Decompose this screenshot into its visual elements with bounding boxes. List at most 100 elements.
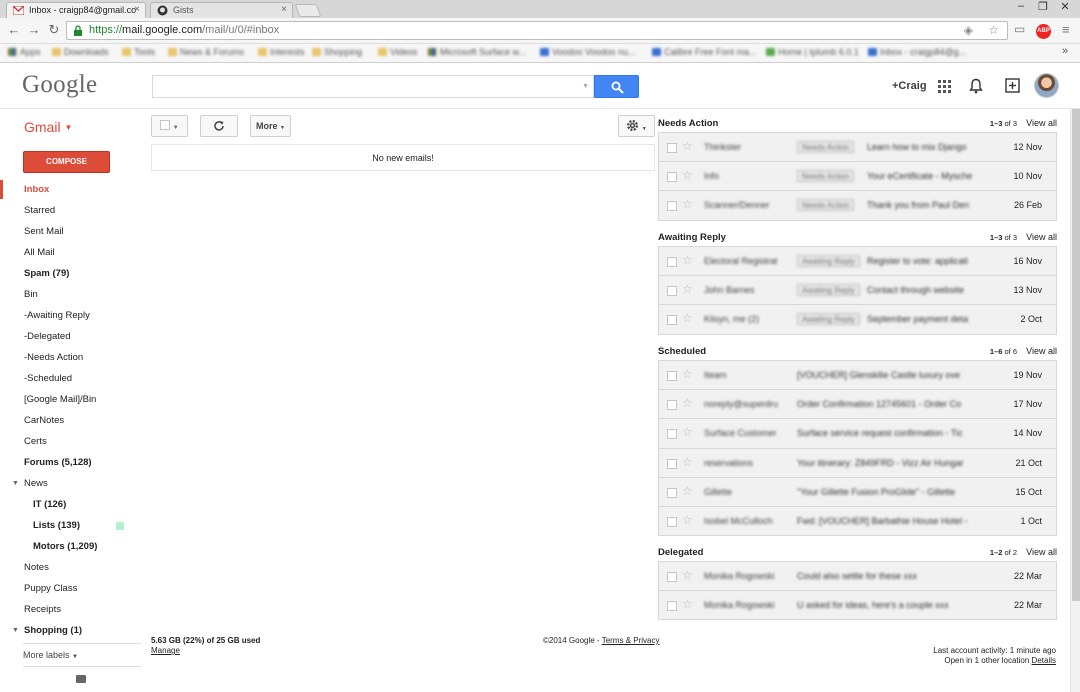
bookmark-item[interactable]: Interests xyxy=(258,47,305,60)
email-row[interactable]: ☆ Monika Rogowski U asked for ideas, here'… xyxy=(659,591,1056,621)
bookmark-item[interactable]: News & Forums xyxy=(168,47,244,60)
chat-icon[interactable] xyxy=(76,675,86,683)
bookmark-item[interactable]: Downloads xyxy=(52,47,109,60)
sidebar-item[interactable]: Sent Mail xyxy=(0,222,142,241)
sidebar-item[interactable]: -Delegated xyxy=(0,327,142,346)
restore-icon[interactable]: ❐ xyxy=(1032,0,1054,13)
sidebar-item[interactable]: ▼ News xyxy=(0,474,142,493)
sidebar-item[interactable]: Inbox xyxy=(0,180,142,199)
sidebar-item[interactable]: Certs xyxy=(0,432,142,451)
star-icon[interactable]: ☆ xyxy=(682,568,693,582)
more-bookmarks-icon[interactable]: » xyxy=(1062,45,1068,58)
sidebar-item[interactable]: Motors (1,209) xyxy=(0,537,142,556)
sidebar-item[interactable]: All Mail xyxy=(0,243,142,262)
notifications-bell-icon[interactable] xyxy=(969,78,983,94)
gmail-app-switcher[interactable]: Gmail ▼ xyxy=(24,119,72,135)
close-tab-icon[interactable]: × xyxy=(134,4,140,15)
star-icon[interactable]: ☆ xyxy=(682,311,693,325)
email-row[interactable]: ☆ Isobel McCulloch Fwd: [VOUCHER] Barbathi… xyxy=(659,506,1056,537)
close-window-icon[interactable]: ✕ xyxy=(1054,0,1076,13)
view-all-link[interactable]: View all xyxy=(1026,232,1057,242)
email-row[interactable]: ☆ Scanner/Denner Needs Action Thank you fro… xyxy=(659,191,1056,221)
sidebar-item[interactable]: Lists (139) xyxy=(0,516,142,535)
row-checkbox[interactable] xyxy=(667,400,677,411)
sidebar-item[interactable]: -Scheduled xyxy=(0,369,142,388)
search-options-icon[interactable]: ▼ xyxy=(582,83,589,90)
email-row[interactable]: ☆ Surface Customer Surface service request… xyxy=(659,419,1056,449)
bookmark-item[interactable]: Inbox - craigp84@g... xyxy=(868,47,966,60)
sidebar-item[interactable]: Forums (5,128) xyxy=(0,453,142,472)
email-row[interactable]: ☆ Gillette "Your Gillette Fusion ProGlide"… xyxy=(659,477,1056,507)
close-tab-icon[interactable]: × xyxy=(281,4,287,15)
email-row[interactable]: ☆ Thinkster Needs Action Learn how to mix D… xyxy=(659,133,1056,163)
terms-link[interactable]: Terms & Privacy xyxy=(602,636,660,645)
sidebar-item[interactable]: IT (126) xyxy=(0,495,142,514)
star-icon[interactable]: ☆ xyxy=(682,484,693,498)
search-button[interactable] xyxy=(594,75,639,98)
cast-icon[interactable]: ▭ xyxy=(1014,22,1025,36)
email-row[interactable]: ☆ reservations Your itinerary: Z849FRD - V… xyxy=(659,448,1056,478)
bookmark-item[interactable]: Tools xyxy=(122,47,155,60)
view-all-link[interactable]: View all xyxy=(1026,118,1057,128)
email-row[interactable]: ☆ noreply@superdru Order Confirmation 1274… xyxy=(659,390,1056,420)
row-checkbox[interactable] xyxy=(667,601,677,612)
address-bar[interactable]: https://mail.google.com/mail/u/0/#inbox … xyxy=(66,21,1008,40)
row-checkbox[interactable] xyxy=(667,572,677,582)
row-checkbox[interactable] xyxy=(667,286,677,297)
settings-button[interactable]: ▼ xyxy=(618,115,655,137)
more-button[interactable]: More ▼ xyxy=(250,115,291,137)
details-link[interactable]: Details xyxy=(1032,656,1056,665)
google-plus-profile-link[interactable]: +Craig xyxy=(892,80,927,92)
email-row[interactable]: ☆ Monika Rogowski Could also settle for th… xyxy=(659,562,1056,592)
row-checkbox[interactable] xyxy=(667,429,677,440)
share-plus-icon[interactable] xyxy=(1005,78,1020,93)
star-icon[interactable]: ☆ xyxy=(682,367,693,381)
reload-icon[interactable]: ↻ xyxy=(46,23,62,37)
email-row[interactable]: ☆ Iteam [VOUCHER] Glenskilie Castle luxury… xyxy=(659,361,1056,391)
more-labels-link[interactable]: More labels ▼ xyxy=(23,643,141,660)
star-icon[interactable]: ☆ xyxy=(682,396,693,410)
view-all-link[interactable]: View all xyxy=(1026,346,1057,356)
star-icon[interactable]: ☆ xyxy=(682,139,693,153)
row-checkbox[interactable] xyxy=(667,371,677,381)
row-checkbox[interactable] xyxy=(667,315,677,326)
new-tab-button[interactable] xyxy=(294,4,322,17)
row-checkbox[interactable] xyxy=(667,487,677,498)
extension-diamond-icon[interactable]: ◈ xyxy=(964,22,973,39)
sidebar-item[interactable]: ▼ Shopping (1) xyxy=(0,621,142,640)
bookmark-item[interactable]: Home | Iplumb 6.0.1 xyxy=(766,47,859,60)
row-checkbox[interactable] xyxy=(667,516,677,527)
sidebar-item[interactable]: Puppy Class xyxy=(0,579,142,598)
google-logo[interactable]: Google xyxy=(22,71,97,99)
compose-button[interactable]: COMPOSE xyxy=(23,151,110,173)
email-row[interactable]: ☆ John Barnes Awaiting Reply Contact throug… xyxy=(659,276,1056,306)
sidebar-item[interactable]: Notes xyxy=(0,558,142,577)
bookmark-item[interactable]: Videos xyxy=(378,47,417,60)
star-icon[interactable]: ☆ xyxy=(682,253,693,267)
minimize-icon[interactable]: – xyxy=(1010,0,1032,12)
star-icon[interactable]: ☆ xyxy=(682,513,693,527)
manage-storage-link[interactable]: Manage xyxy=(151,646,180,655)
row-checkbox[interactable] xyxy=(667,257,677,267)
scrollbar[interactable] xyxy=(1070,109,1080,692)
email-row[interactable]: ☆ Electoral Registrat Awaiting Reply Regist… xyxy=(659,247,1056,277)
sidebar-item[interactable]: Bin xyxy=(0,285,142,304)
sidebar-item[interactable]: CarNotes xyxy=(0,411,142,430)
adblock-icon[interactable]: ABP xyxy=(1036,24,1051,39)
star-icon[interactable]: ☆ xyxy=(682,197,693,211)
scrollbar-thumb[interactable] xyxy=(1072,109,1080,601)
sidebar-item[interactable]: -Needs Action xyxy=(0,348,142,367)
bookmark-star-icon[interactable]: ☆ xyxy=(988,22,999,39)
avatar[interactable] xyxy=(1034,73,1059,98)
star-icon[interactable]: ☆ xyxy=(682,455,693,469)
bookmark-item[interactable]: Microsoft Surface w... xyxy=(428,47,526,60)
sidebar-item[interactable]: Spam (79) xyxy=(0,264,142,283)
email-row[interactable]: ☆ Info Needs Action Your eCertificate - Mys… xyxy=(659,162,1056,192)
forward-icon[interactable]: → xyxy=(26,23,42,37)
star-icon[interactable]: ☆ xyxy=(682,168,693,182)
row-checkbox[interactable] xyxy=(667,172,677,183)
back-icon[interactable]: ← xyxy=(6,23,22,37)
expand-triangle-icon[interactable]: ▼ xyxy=(12,621,19,640)
bookmark-item[interactable]: Shopping xyxy=(312,47,362,60)
bookmark-item[interactable]: Voodoo Voodoo nu... xyxy=(540,47,636,60)
